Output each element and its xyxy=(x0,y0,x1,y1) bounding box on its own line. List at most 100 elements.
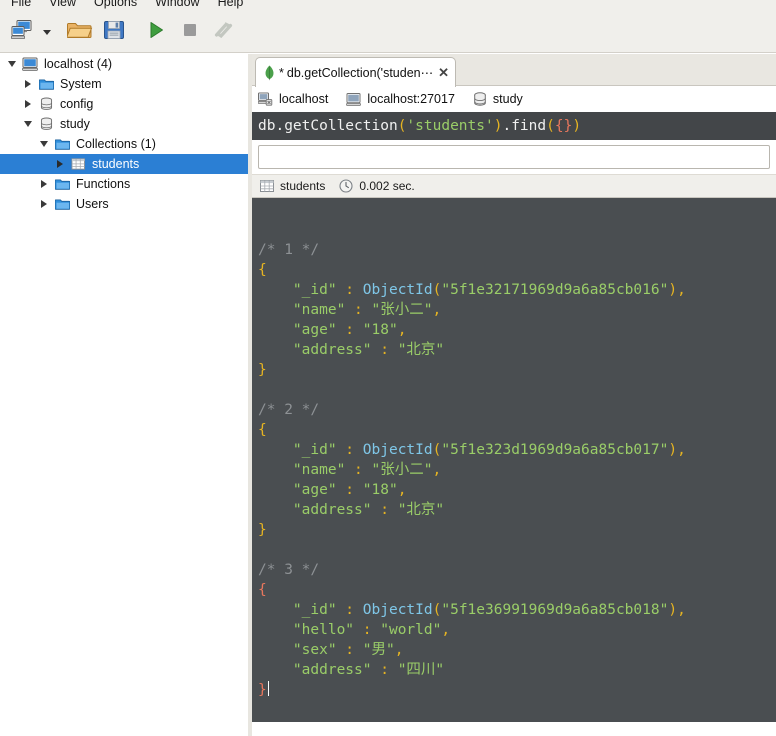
json-field-value: "北京" xyxy=(397,502,445,518)
json-field-key: "age" xyxy=(258,482,337,498)
json-field-key: "sex" xyxy=(258,642,337,658)
table-grid-icon xyxy=(260,180,274,192)
json-field-value: "18" xyxy=(362,482,398,498)
database-tree: localhost (4) System config study Collection… xyxy=(0,54,248,214)
tree-item-study[interactable]: study xyxy=(0,114,248,134)
tree-item-collections-1[interactable]: Collections (1) xyxy=(0,134,248,154)
json-doc-comment: /* 2 */ xyxy=(258,400,776,420)
json-field-value: "18" xyxy=(362,322,398,338)
connect-button[interactable] xyxy=(5,16,39,50)
json-field-line: "name" : "张小二", xyxy=(258,460,776,480)
tab-title: db.getCollection('studen⋯ xyxy=(286,66,434,80)
json-objectid-value: "5f1e36991969d9a6a85cb018" xyxy=(441,602,669,618)
mongodb-client-window: File View Options Window Help localhost … xyxy=(0,0,776,736)
refresh-button[interactable] xyxy=(207,16,241,50)
menu-item-view[interactable]: View xyxy=(40,0,85,12)
tree-item-functions[interactable]: Functions xyxy=(0,174,248,194)
json-doc-comment-text: /* 2 */ xyxy=(258,402,320,418)
triangle-right-icon xyxy=(41,200,47,208)
tab-modified-marker: * xyxy=(279,65,284,80)
json-open-brace-text: { xyxy=(258,422,267,438)
tab-query-students[interactable]: * db.getCollection('studen⋯ ✕ xyxy=(255,57,457,87)
json-field-line: "name" : "张小二", xyxy=(258,300,776,320)
tree-item-config[interactable]: config xyxy=(0,94,248,114)
stop-button[interactable] xyxy=(173,16,207,50)
triangle-right-icon xyxy=(57,160,63,168)
tree-expand-icon[interactable] xyxy=(52,154,68,174)
save-script-button[interactable] xyxy=(97,16,131,50)
query-editor[interactable]: db.getCollection('students').find({}) xyxy=(252,112,776,140)
json-doc-comment-text: /* 3 */ xyxy=(258,562,320,578)
tree-expand-icon[interactable] xyxy=(36,174,52,194)
result-status-bar: students 0.002 sec. xyxy=(252,174,776,198)
menu-item-window[interactable]: Window xyxy=(146,0,208,12)
json-objectid-fn: ObjectId xyxy=(362,282,433,298)
json-field-line: "_id" : ObjectId("5f1e323d1969d9a6a85cb0… xyxy=(258,440,776,460)
triangle-down-icon xyxy=(24,121,32,127)
tree-item-label: localhost (4) xyxy=(44,57,113,71)
tree-item-system[interactable]: System xyxy=(0,74,248,94)
tree-item-label: Users xyxy=(76,197,109,211)
tree-collapse-icon[interactable] xyxy=(20,114,36,134)
json-close-brace: } xyxy=(258,520,776,540)
tree-item-students[interactable]: students xyxy=(0,154,248,174)
menu-bar: File View Options Window Help xyxy=(0,0,776,13)
json-blank-line xyxy=(258,380,776,400)
json-comma: , xyxy=(677,602,686,618)
json-colon: : xyxy=(336,482,363,498)
json-field-line: "age" : "18", xyxy=(258,480,776,500)
json-comma: , xyxy=(432,462,442,478)
tree-item-label: config xyxy=(60,97,94,111)
triangle-down-icon xyxy=(8,61,16,67)
json-field-key: "age" xyxy=(258,322,337,338)
tree-collapse-icon[interactable] xyxy=(4,54,20,74)
json-field-line: "hello" : "world", xyxy=(258,620,776,640)
triangle-right-icon xyxy=(25,100,31,108)
json-field-key: "name" xyxy=(258,462,346,478)
computers-icon xyxy=(10,18,34,47)
breadcrumb-item-host[interactable]: localhost:27017 xyxy=(346,92,455,106)
tree-expand-icon[interactable] xyxy=(20,94,36,114)
json-field-line: "_id" : ObjectId("5f1e32171969d9a6a85cb0… xyxy=(258,280,776,300)
tree-item-users[interactable]: Users xyxy=(0,194,248,214)
breadcrumb-item-server[interactable]: localhost xyxy=(258,92,328,106)
tree-collapse-icon[interactable] xyxy=(36,134,52,154)
open-script-button[interactable] xyxy=(63,16,97,50)
connect-dropdown[interactable] xyxy=(39,16,55,50)
folder-icon xyxy=(52,134,72,154)
json-open-brace: { xyxy=(258,260,776,280)
tree-expand-icon[interactable] xyxy=(20,74,36,94)
menu-item-file[interactable]: File xyxy=(2,0,40,12)
menu-item-options[interactable]: Options xyxy=(85,0,146,12)
json-colon: : xyxy=(371,662,398,678)
json-field-key: "hello" xyxy=(258,622,355,638)
editor-token: db.getCollection xyxy=(258,118,398,134)
json-field-value: "四川" xyxy=(397,662,445,678)
json-field-value: "张小二" xyxy=(371,302,433,318)
results-body: /* 1 */ { "_id" : ObjectId("5f1e32171969d… xyxy=(258,240,776,700)
breadcrumb-item-database[interactable]: study xyxy=(473,92,523,106)
json-blank-line xyxy=(258,540,776,560)
stop-square-icon xyxy=(180,20,200,45)
triangle-right-icon xyxy=(25,80,31,88)
results-json-view[interactable]: /* 1 */ { "_id" : ObjectId("5f1e32171969d… xyxy=(252,198,776,722)
tab-strip: * db.getCollection('studen⋯ ✕ xyxy=(252,54,776,87)
editor-token: ) xyxy=(572,118,582,134)
filter-input[interactable] xyxy=(258,145,770,169)
json-field-value: "北京" xyxy=(397,342,445,358)
toolbar xyxy=(0,13,776,53)
tree-expand-icon[interactable] xyxy=(36,194,52,214)
editor-token: 'students' xyxy=(406,118,494,134)
menu-item-help[interactable]: Help xyxy=(209,0,253,12)
json-field-line: "_id" : ObjectId("5f1e36991969d9a6a85cb0… xyxy=(258,600,776,620)
status-time: 0.002 sec. xyxy=(339,179,415,193)
folder-icon xyxy=(52,174,72,194)
json-comma: , xyxy=(397,482,407,498)
tab-close-icon[interactable]: ✕ xyxy=(438,66,449,79)
json-field-key: "address" xyxy=(258,342,372,358)
tree-item-localhost-4[interactable]: localhost (4) xyxy=(0,54,248,74)
editor-token: {} xyxy=(554,118,573,134)
json-doc-comment: /* 1 */ xyxy=(258,240,776,260)
database-tree-panel: localhost (4) System config study Collection… xyxy=(0,54,248,736)
execute-button[interactable] xyxy=(139,16,173,50)
